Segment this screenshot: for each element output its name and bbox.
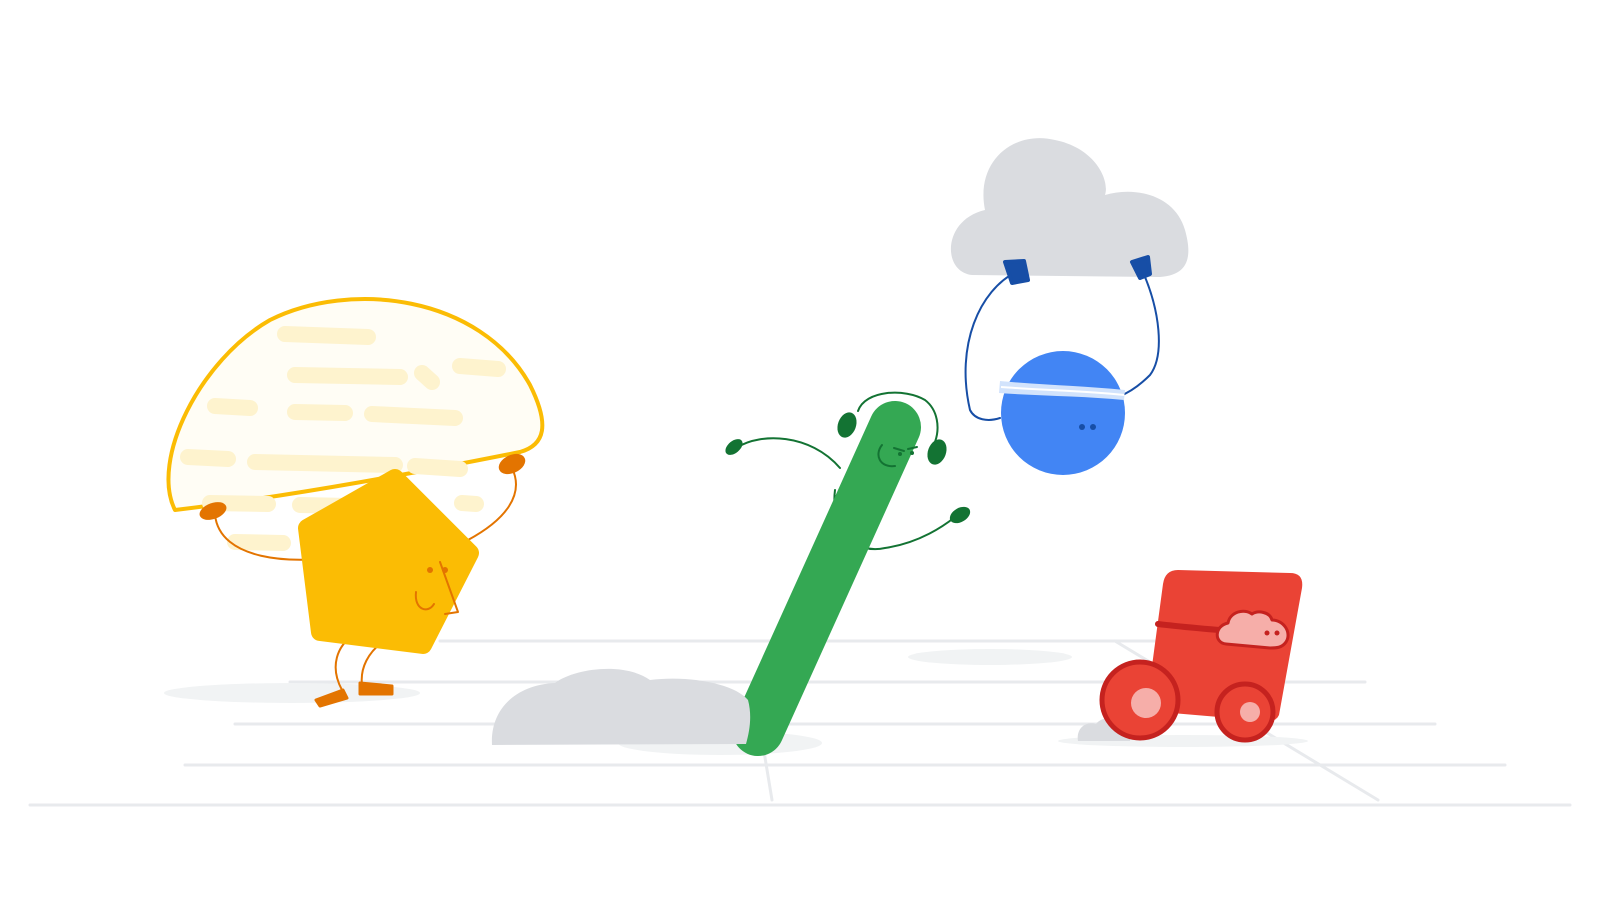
red-rear-wheel-hub	[1131, 688, 1161, 718]
illustration-stage	[0, 0, 1600, 900]
green-headphone-right-icon	[927, 439, 947, 465]
yellow-pentagon-character	[166, 297, 545, 708]
red-front-wheel-hub	[1240, 702, 1260, 722]
blue-shadow	[908, 649, 1072, 665]
blue-left-grip	[1003, 259, 1030, 285]
floor-cloud-mound	[491, 668, 751, 745]
blue-eye-left	[1079, 424, 1085, 430]
green-bar-character	[725, 391, 971, 756]
green-front-hand	[949, 506, 971, 524]
green-back-arm	[737, 437, 841, 469]
green-headphone-left-icon	[837, 412, 857, 438]
green-eye-left	[898, 452, 902, 456]
green-back-hand	[725, 439, 743, 455]
red-eye-right	[1274, 630, 1280, 636]
green-eye-right	[910, 451, 914, 455]
green-bar-body	[732, 401, 921, 756]
blue-circle-body	[1001, 351, 1125, 475]
blue-right-rope	[1119, 269, 1160, 397]
red-block-character	[1077, 570, 1303, 743]
yellow-eye-left	[427, 567, 433, 573]
blue-circle-character	[950, 138, 1189, 475]
yellow-right-foot	[358, 681, 394, 696]
red-eye-left	[1264, 630, 1270, 636]
blue-eye-right	[1090, 424, 1096, 430]
fitness-characters-illustration	[28, 138, 1572, 807]
sky-cloud	[950, 138, 1189, 277]
